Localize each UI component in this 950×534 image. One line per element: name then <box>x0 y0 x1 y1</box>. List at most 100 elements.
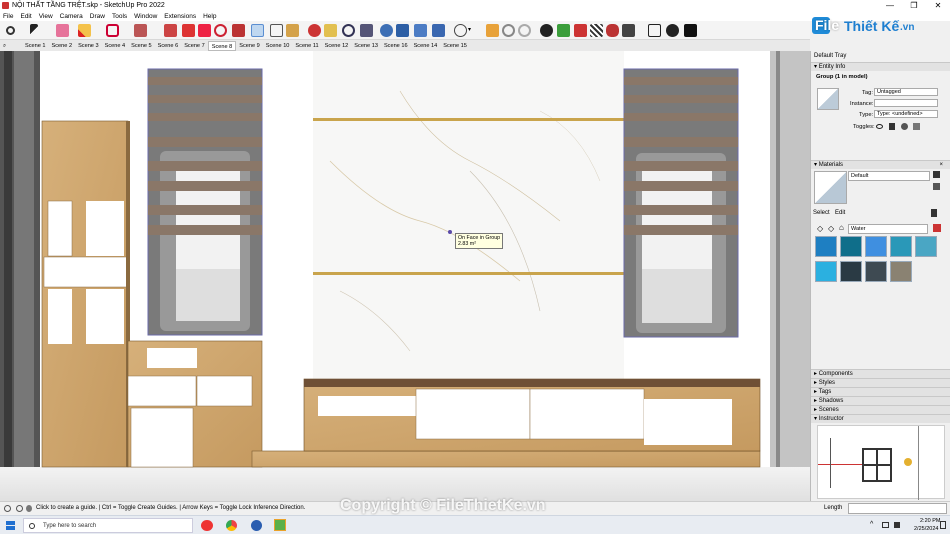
orbit-icon[interactable] <box>308 24 321 37</box>
mail-icon[interactable] <box>648 24 661 37</box>
scene-tab[interactable]: Scene 7 <box>181 41 208 51</box>
user-icon[interactable] <box>454 24 467 37</box>
instance-input[interactable] <box>874 99 938 107</box>
details-icon[interactable] <box>933 224 941 232</box>
scene-tab[interactable]: Scene 9 <box>236 41 263 51</box>
paint-bucket-icon[interactable] <box>933 171 940 178</box>
scene-tab[interactable]: Scene 5 <box>128 41 155 51</box>
materials-header[interactable]: ▾ Materials × <box>811 160 950 169</box>
tape-measure-icon[interactable] <box>251 24 264 37</box>
scenes-panel-header[interactable]: ▸ Scenes <box>811 405 950 414</box>
scene-tab[interactable]: Scene 16 <box>381 41 411 51</box>
scene-tab-search-icon[interactable]: ⌕ <box>0 41 22 51</box>
material-swatch[interactable] <box>915 236 937 257</box>
cloud-upload-icon[interactable] <box>606 24 619 37</box>
scene-tab[interactable]: Scene 12 <box>322 41 352 51</box>
windows-start-icon[interactable] <box>6 521 15 530</box>
rotate-icon[interactable] <box>214 24 227 37</box>
sync-icon[interactable] <box>502 24 515 37</box>
material-swatch[interactable] <box>890 261 912 282</box>
shape-icon[interactable] <box>106 24 119 37</box>
menu-draw[interactable]: Draw <box>90 13 105 20</box>
3d-viewport[interactable]: On Face in Group 2.83 m² <box>0 51 810 501</box>
taskbar-search[interactable]: Type here to search <box>23 518 193 533</box>
tray-chevron-icon[interactable]: ^ <box>870 521 873 528</box>
network-icon[interactable] <box>882 522 889 528</box>
volume-icon[interactable] <box>894 522 900 528</box>
material-swatch[interactable] <box>840 236 862 257</box>
material-swatch[interactable] <box>865 236 887 257</box>
back-arrow-icon[interactable]: ◇ <box>817 224 823 233</box>
instructor-panel-header[interactable]: ▾ Instructor <box>811 414 950 423</box>
menu-camera[interactable]: Camera <box>60 13 83 20</box>
text-icon[interactable] <box>270 24 283 37</box>
scene-tab[interactable]: Scene 4 <box>102 41 129 51</box>
pan-icon[interactable] <box>324 24 337 37</box>
type-select[interactable]: Type: <undefined> <box>874 110 938 118</box>
scene-tab[interactable]: Scene 13 <box>351 41 381 51</box>
zoom-extents-icon[interactable] <box>360 24 373 37</box>
tags-panel-header[interactable]: ▸ Tags <box>811 387 950 396</box>
taskbar-app-youtube-icon[interactable] <box>201 520 213 531</box>
close-icon[interactable] <box>684 24 697 37</box>
taskbar-app-sketchup-icon[interactable] <box>251 520 262 531</box>
material-swatch[interactable] <box>815 261 837 282</box>
material-tab-select[interactable]: Select <box>813 210 830 216</box>
menu-help[interactable]: Help <box>203 13 216 20</box>
menu-tools[interactable]: Tools <box>112 13 127 20</box>
shadows-panel-header[interactable]: ▸ Shadows <box>811 396 950 405</box>
shadow-receive-icon[interactable] <box>913 123 920 130</box>
material-swatch[interactable] <box>890 236 912 257</box>
scene-tab[interactable]: Scene 3 <box>75 41 102 51</box>
pencil-icon[interactable] <box>78 24 91 37</box>
info-icon[interactable] <box>16 505 23 512</box>
scene-tab[interactable]: Scene 15 <box>440 41 470 51</box>
minimize-button[interactable]: — <box>878 0 902 11</box>
material-swatch[interactable] <box>865 261 887 282</box>
move-cross-icon[interactable] <box>198 24 211 37</box>
material-name[interactable]: Default <box>848 171 930 181</box>
protractor-icon[interactable] <box>286 24 299 37</box>
entity-info-header[interactable]: ▾ Entity Info <box>811 62 950 71</box>
eraser-icon[interactable] <box>56 24 69 37</box>
section-icon[interactable] <box>380 24 393 37</box>
menu-extensions[interactable]: Extensions <box>164 13 196 20</box>
eyedropper-icon[interactable] <box>931 209 937 217</box>
eye-icon[interactable] <box>876 124 883 129</box>
close-button[interactable]: ✕ <box>926 0 950 11</box>
library-select[interactable]: Water <box>848 224 928 234</box>
scene-tab[interactable]: Scene 10 <box>263 41 293 51</box>
help-icon[interactable] <box>4 505 11 512</box>
home-icon[interactable]: ⌂ <box>839 223 844 232</box>
material-swatch[interactable] <box>815 236 837 257</box>
menu-window[interactable]: Window <box>134 13 157 20</box>
scene-tab[interactable]: Scene 2 <box>49 41 76 51</box>
info-icon[interactable] <box>666 24 679 37</box>
user-icon[interactable] <box>26 505 32 512</box>
shadow-cast-icon[interactable] <box>901 123 908 130</box>
share-icon[interactable] <box>622 24 635 37</box>
paint-bucket-icon[interactable] <box>164 24 177 37</box>
zoom-icon[interactable] <box>342 24 355 37</box>
forward-arrow-icon[interactable]: ◇ <box>828 224 834 233</box>
push-pull-icon[interactable] <box>134 24 147 37</box>
chevron-down-icon[interactable]: ▾ <box>468 24 474 37</box>
menu-edit[interactable]: Edit <box>20 13 31 20</box>
model-render[interactable] <box>0 51 810 501</box>
create-material-icon[interactable] <box>933 183 940 190</box>
scene-tab[interactable]: Scene 6 <box>155 41 182 51</box>
tag-select[interactable]: Untagged <box>874 88 938 96</box>
warehouse-icon[interactable] <box>557 24 570 37</box>
menu-view[interactable]: View <box>39 13 53 20</box>
styles-panel-header[interactable]: ▸ Styles <box>811 378 950 387</box>
checker-icon[interactable] <box>590 24 603 37</box>
move-icon[interactable] <box>182 24 195 37</box>
layers-icon[interactable] <box>396 24 409 37</box>
sandbox-icon[interactable] <box>414 24 427 37</box>
maximize-button[interactable]: ❐ <box>902 0 926 11</box>
material-swatch[interactable] <box>840 261 862 282</box>
extension-icon[interactable] <box>486 24 499 37</box>
lock-icon[interactable] <box>889 123 895 130</box>
components-panel-header[interactable]: ▸ Components <box>811 369 950 378</box>
extension-warehouse-icon[interactable] <box>574 24 587 37</box>
